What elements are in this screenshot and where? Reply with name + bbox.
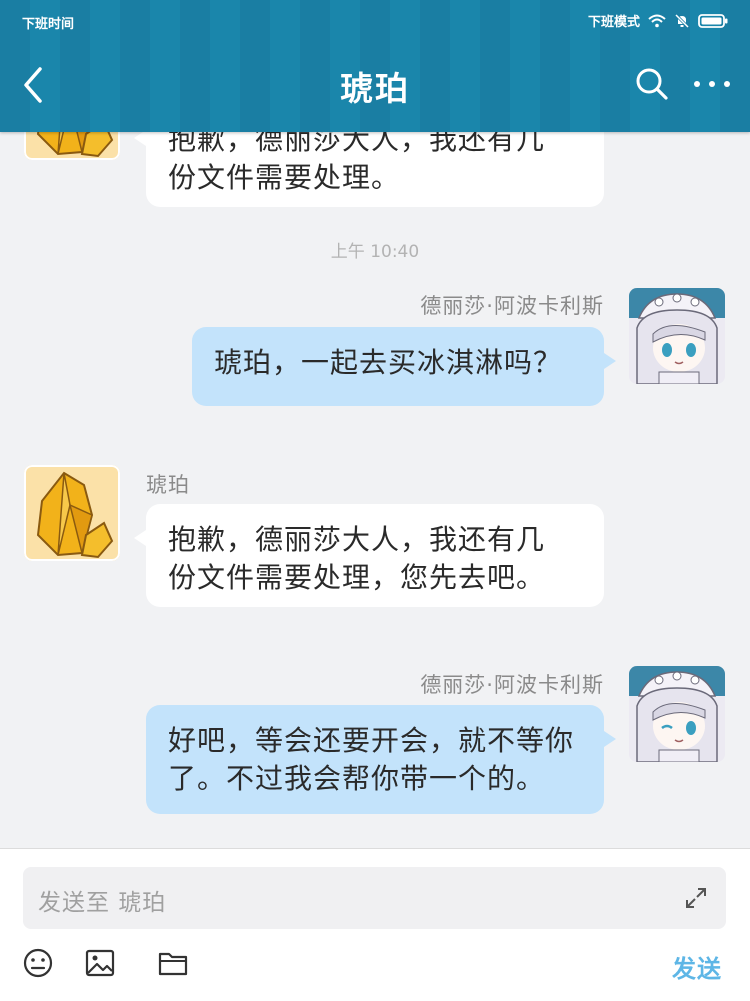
battery-icon: [698, 13, 728, 28]
message-bubble[interactable]: 好吧，等会还要开会，就不等你 了。不过我会帮你带一个的。: [146, 705, 616, 814]
image-icon[interactable]: [84, 947, 116, 979]
message-text-line: 好吧，等会还要开会，就不等你: [168, 724, 575, 757]
sender-name: 琥珀: [146, 473, 190, 497]
theresa-avatar-icon: [629, 666, 725, 762]
message-text: 琥珀，一起去买冰淇淋吗？: [214, 346, 563, 379]
theresa-avatar-icon: [629, 288, 725, 384]
search-icon[interactable]: [634, 66, 670, 102]
avatar-theresa[interactable]: [629, 666, 725, 762]
message-input[interactable]: 发送至 琥珀: [23, 867, 726, 929]
avatar-theresa[interactable]: [629, 288, 725, 384]
message-timestamp: 上午 10:40: [330, 242, 420, 262]
sender-name: 德丽莎·阿波卡利斯: [420, 294, 604, 318]
send-button[interactable]: 发送: [672, 949, 722, 984]
app-header: 下班时间 下班模式 琥珀: [0, 0, 750, 132]
message-text-line: 抱歉，德丽莎大人，我还有几: [168, 523, 546, 556]
message-bubble[interactable]: 抱歉，德丽莎大人，我还有几 份文件需要处理，您先去吧。: [134, 504, 604, 607]
expand-icon[interactable]: [684, 886, 708, 910]
message-text-line: 份文件需要处理。: [168, 161, 401, 194]
status-bar-left-text: 下班时间: [22, 17, 75, 32]
amber-crystal-icon: [24, 465, 120, 561]
avatar-amber[interactable]: [24, 465, 120, 561]
composer-bar: 发送至 琥珀 发送: [0, 848, 750, 1001]
folder-icon[interactable]: [157, 947, 189, 979]
message-text-line: 了。不过我会帮你带一个的。: [168, 762, 546, 795]
message-input-placeholder: 发送至 琥珀: [38, 890, 167, 916]
status-mode-text: 下班模式: [587, 15, 640, 30]
mute-bell-icon: [674, 13, 690, 28]
message-text-line: 份文件需要处理，您先去吧。: [168, 561, 546, 594]
status-bar-right: 下班模式: [588, 11, 728, 30]
sender-name: 德丽莎·阿波卡利斯: [420, 673, 604, 697]
wifi-icon: [648, 14, 666, 27]
more-dots-icon[interactable]: [692, 76, 732, 92]
emoji-icon[interactable]: [22, 947, 54, 979]
message-bubble[interactable]: 琥珀，一起去买冰淇淋吗？: [192, 327, 616, 406]
